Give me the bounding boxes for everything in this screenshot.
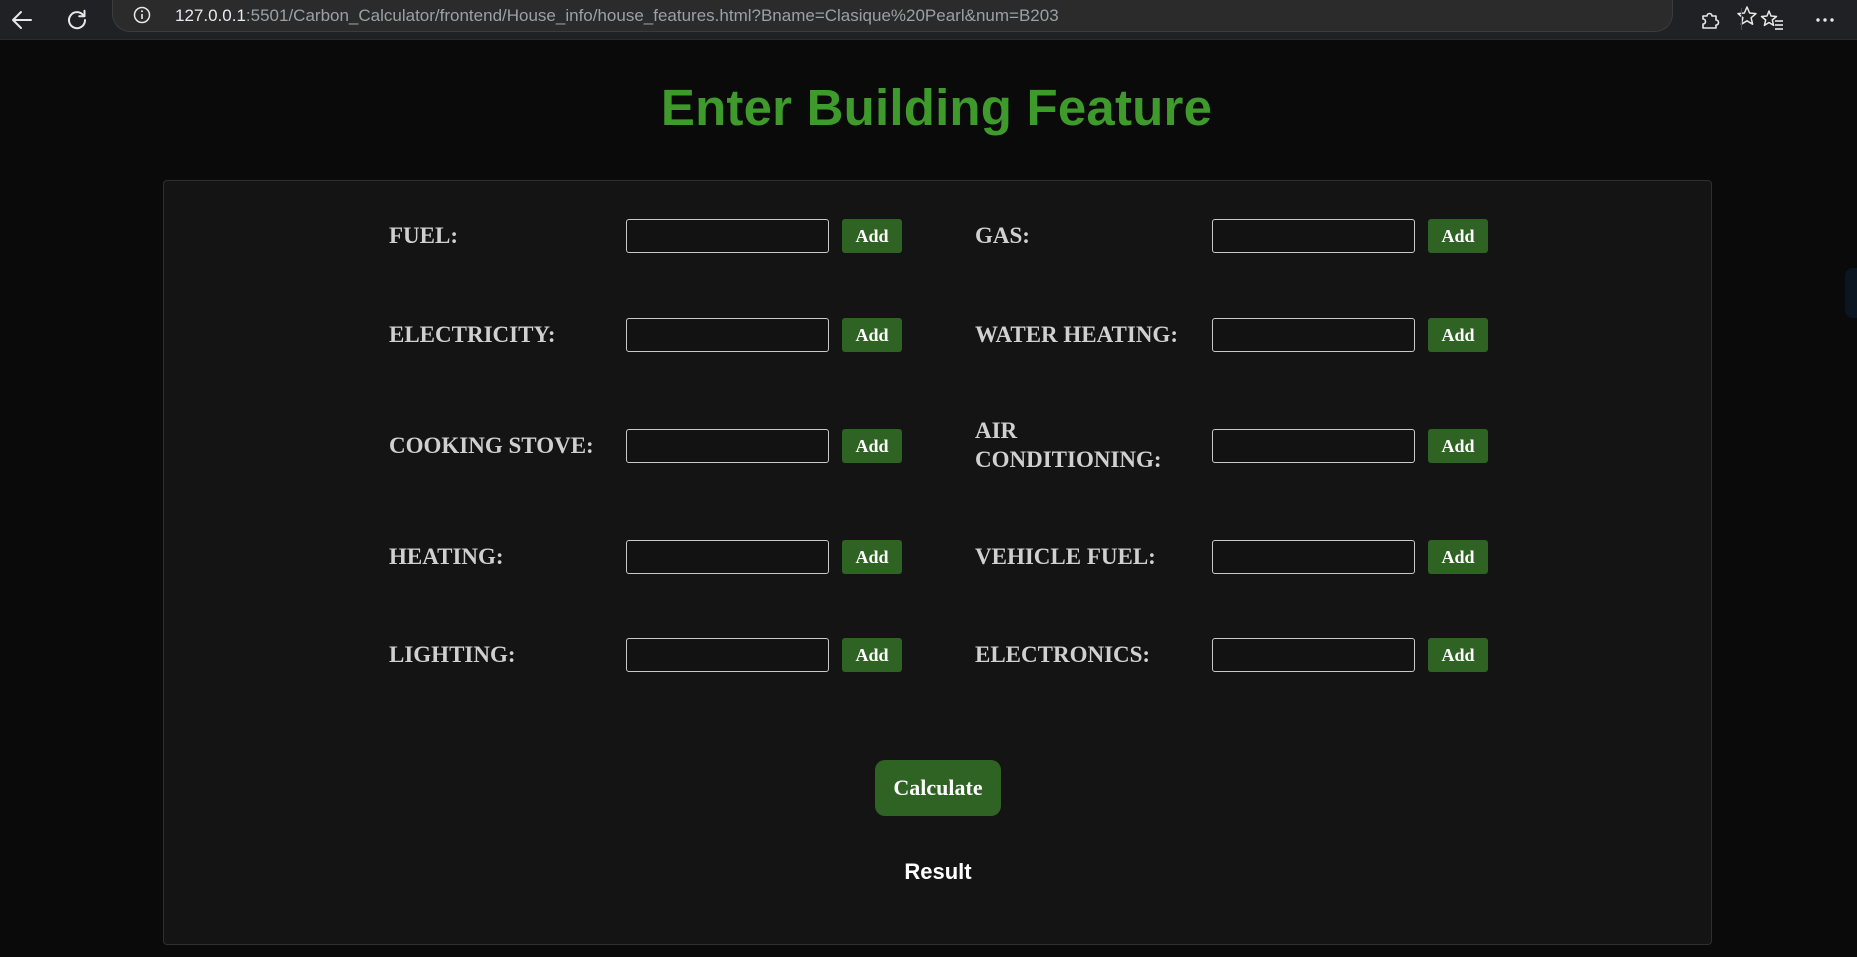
vehicle-fuel-add-button[interactable]: Add bbox=[1428, 540, 1488, 574]
more-button[interactable] bbox=[1810, 6, 1840, 34]
gas-label: GAS: bbox=[975, 223, 1030, 248]
back-arrow-icon bbox=[12, 11, 32, 29]
electricity-label: ELECTRICITY: bbox=[389, 322, 556, 347]
fuel-label: FUEL: bbox=[389, 223, 458, 248]
gas-input[interactable] bbox=[1212, 219, 1415, 253]
calculate-button[interactable]: Calculate bbox=[875, 760, 1001, 816]
fuel-input[interactable] bbox=[626, 219, 829, 253]
feature-form-panel: FUEL: Add GAS: Add ELECTRICITY: Add WATE… bbox=[163, 180, 1712, 945]
water-heating-label: WATER HEATING: bbox=[975, 322, 1178, 347]
lighting-input[interactable] bbox=[626, 638, 829, 672]
heating-input[interactable] bbox=[626, 540, 829, 574]
address-bar[interactable]: 127.0.0.1:5501/Carbon_Calculator/fronten… bbox=[112, 0, 1757, 32]
electricity-input[interactable] bbox=[626, 318, 829, 352]
edge-sidebar-tab[interactable] bbox=[1845, 268, 1857, 318]
cooking-stove-input[interactable] bbox=[626, 429, 829, 463]
electronics-add-button[interactable]: Add bbox=[1428, 638, 1488, 672]
vehicle-fuel-label: VEHICLE FUEL: bbox=[975, 544, 1156, 569]
gas-add-button[interactable]: Add bbox=[1428, 219, 1488, 253]
lighting-label: LIGHTING: bbox=[389, 642, 516, 667]
more-icon bbox=[1816, 18, 1834, 22]
url-text[interactable]: 127.0.0.1:5501/Carbon_Calculator/fronten… bbox=[175, 6, 1059, 26]
toolbar-separator bbox=[1741, 8, 1742, 30]
favorites-button[interactable] bbox=[1757, 6, 1787, 34]
vehicle-fuel-input[interactable] bbox=[1212, 540, 1415, 574]
back-button[interactable] bbox=[7, 6, 37, 34]
page-title: Enter Building Feature bbox=[660, 79, 1213, 136]
result-text: Result bbox=[904, 859, 972, 884]
water-heating-input[interactable] bbox=[1212, 318, 1415, 352]
info-icon[interactable] bbox=[133, 6, 151, 24]
browser-toolbar: 127.0.0.1:5501/Carbon_Calculator/fronten… bbox=[0, 0, 1857, 40]
air-conditioning-add-button[interactable]: Add bbox=[1428, 429, 1488, 463]
water-heating-add-button[interactable]: Add bbox=[1428, 318, 1488, 352]
lighting-add-button[interactable]: Add bbox=[842, 638, 902, 672]
fuel-add-button[interactable]: Add bbox=[842, 219, 902, 253]
favorites-icon bbox=[1760, 10, 1783, 30]
electronics-input[interactable] bbox=[1212, 638, 1415, 672]
url-host: 127.0.0.1 bbox=[175, 6, 246, 25]
heating-add-button[interactable]: Add bbox=[842, 540, 902, 574]
air-conditioning-label: AIR CONDITIONING: bbox=[975, 418, 1162, 472]
electronics-label: ELECTRONICS: bbox=[975, 642, 1151, 667]
puzzle-icon bbox=[1702, 12, 1720, 29]
url-path: :5501/Carbon_Calculator/frontend/House_i… bbox=[245, 6, 1059, 25]
cooking-stove-add-button[interactable]: Add bbox=[842, 429, 902, 463]
reload-icon bbox=[68, 9, 87, 30]
extensions-button[interactable] bbox=[1695, 6, 1725, 34]
cooking-stove-label: COOKING STOVE: bbox=[389, 433, 594, 458]
air-conditioning-input[interactable] bbox=[1212, 429, 1415, 463]
heating-label: HEATING: bbox=[389, 544, 504, 569]
electricity-add-button[interactable]: Add bbox=[842, 318, 902, 352]
reload-button[interactable] bbox=[62, 6, 92, 34]
star-icon bbox=[1737, 6, 1757, 25]
